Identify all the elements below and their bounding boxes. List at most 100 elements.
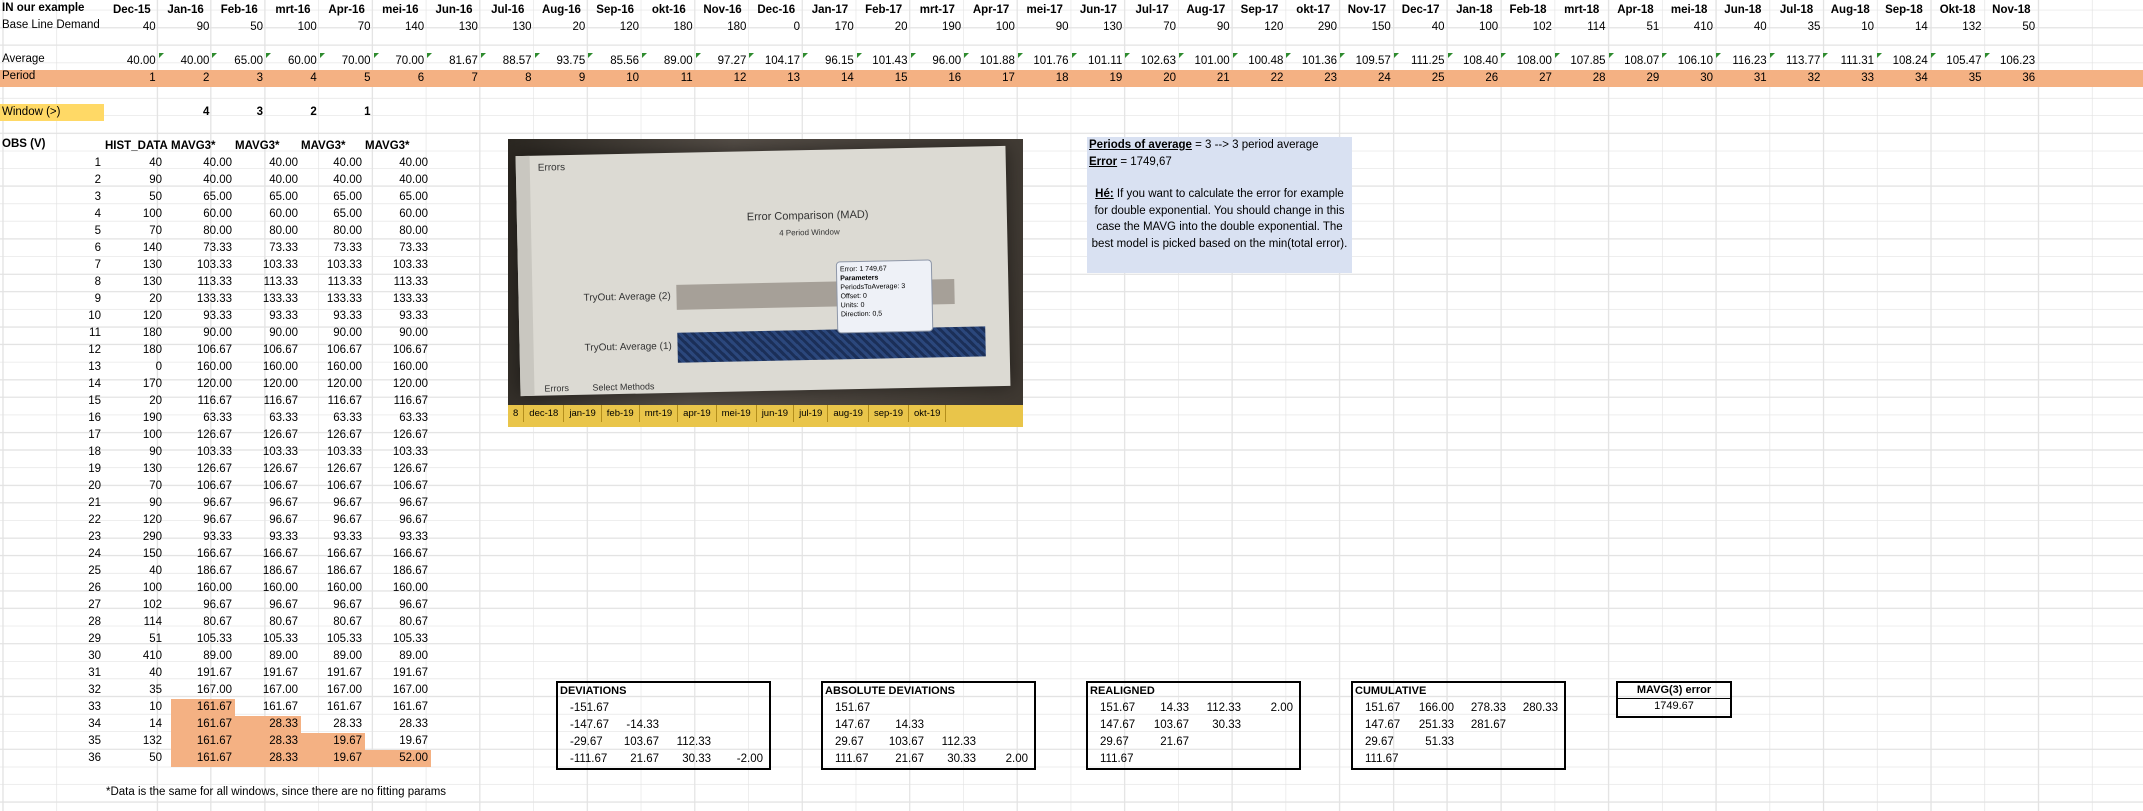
mavg-cell[interactable]: 19.67 <box>301 750 365 767</box>
obs-number-cell[interactable]: 33 <box>50 699 104 716</box>
abs-deviations-cell[interactable]: 21.67 <box>875 751 927 768</box>
hist-data-cell[interactable]: 50 <box>105 750 165 767</box>
mavg-cell[interactable]: 89.00 <box>235 648 301 665</box>
mavg-cell[interactable]: 89.00 <box>365 648 431 665</box>
period-cell[interactable]: 15 <box>857 70 911 87</box>
mavg-cell[interactable]: 93.33 <box>301 529 365 546</box>
hist-data-cell[interactable]: 120 <box>105 308 165 325</box>
average-cell[interactable]: 97.27 <box>695 53 750 70</box>
deviations-cell[interactable]: -147.67 <box>558 717 610 734</box>
average-cell[interactable]: 101.88 <box>964 53 1018 70</box>
abs-deviations-cell[interactable] <box>927 717 979 734</box>
deviations-cell[interactable] <box>714 700 766 717</box>
obs-number-cell[interactable]: 22 <box>50 512 104 529</box>
deviations-cell[interactable] <box>662 700 714 717</box>
realigned-cell[interactable]: 14.33 <box>1140 700 1192 717</box>
month-header-cell[interactable]: Sep-16 <box>588 2 642 19</box>
period-cell[interactable]: 30 <box>1662 70 1716 87</box>
hist-data-cell[interactable]: 132 <box>105 733 165 750</box>
period-cell[interactable]: 29 <box>1609 70 1663 87</box>
deviations-cell[interactable]: 21.67 <box>610 751 662 768</box>
mavg-cell[interactable]: 133.33 <box>301 291 365 308</box>
average-cell[interactable]: 70.00 <box>319 53 374 70</box>
demand-cell[interactable]: 190 <box>911 19 965 36</box>
month-header-cell[interactable]: Nov-18 <box>1985 2 2039 19</box>
average-cell[interactable]: 101.43 <box>856 53 911 70</box>
mavg-cell[interactable]: 28.33 <box>235 733 301 750</box>
obs-number-cell[interactable]: 30 <box>50 648 104 665</box>
period-cell[interactable]: 35 <box>1931 70 1985 87</box>
mavg-cell[interactable]: 160.00 <box>301 580 365 597</box>
deviations-cell[interactable]: 112.33 <box>662 734 714 751</box>
mavg-cell[interactable]: 113.33 <box>235 274 301 291</box>
month-header-cell[interactable]: mrt-18 <box>1555 2 1609 19</box>
mavg-cell[interactable]: 191.67 <box>365 665 431 682</box>
mavg-cell[interactable]: 96.67 <box>301 512 365 529</box>
period-cell[interactable]: 34 <box>1877 70 1931 87</box>
hist-data-cell[interactable]: 410 <box>105 648 165 665</box>
deviations-cell[interactable] <box>714 717 766 734</box>
mavg-error-value[interactable]: 1749.67 <box>1618 698 1730 714</box>
demand-cell[interactable]: 20 <box>535 19 589 36</box>
hist-data-cell[interactable]: 114 <box>105 614 165 631</box>
demand-cell[interactable]: 180 <box>642 19 696 36</box>
column-header[interactable]: HIST_DATA <box>105 138 171 155</box>
average-cell[interactable]: 101.76 <box>1017 53 1072 70</box>
obs-number-cell[interactable]: 24 <box>50 546 104 563</box>
mavg-cell[interactable]: 93.33 <box>235 529 301 546</box>
demand-cell[interactable]: 90 <box>1179 19 1233 36</box>
obs-number-cell[interactable]: 1 <box>50 155 104 172</box>
mavg-cell[interactable]: 93.33 <box>171 529 235 546</box>
deviations-cell[interactable]: 103.67 <box>610 734 662 751</box>
mavg-cell[interactable]: 93.33 <box>235 308 301 325</box>
month-header-cell[interactable]: Sep-17 <box>1233 2 1287 19</box>
obs-label[interactable]: OBS (V) <box>2 138 45 150</box>
hist-data-cell[interactable]: 35 <box>105 682 165 699</box>
average-cell[interactable]: 96.00 <box>910 53 965 70</box>
hist-data-cell[interactable]: 170 <box>105 376 165 393</box>
demand-cell[interactable]: 120 <box>588 19 642 36</box>
average-cell[interactable]: 108.40 <box>1447 53 1502 70</box>
mavg-cell[interactable]: 191.67 <box>171 665 235 682</box>
demand-cell[interactable]: 100 <box>266 19 320 36</box>
hist-data-cell[interactable]: 130 <box>105 461 165 478</box>
obs-number-cell[interactable]: 3 <box>50 189 104 206</box>
demand-cell[interactable]: 100 <box>964 19 1018 36</box>
period-cell[interactable]: 33 <box>1823 70 1877 87</box>
mavg-cell[interactable]: 65.00 <box>301 206 365 223</box>
obs-number-cell[interactable]: 25 <box>50 563 104 580</box>
cumulative-cell[interactable]: 29.67 <box>1353 734 1405 751</box>
month-header-cell[interactable]: Jan-16 <box>159 2 213 19</box>
mavg-cell[interactable]: 93.33 <box>365 529 431 546</box>
cumulative-cell[interactable] <box>1509 717 1561 734</box>
mavg-cell[interactable]: 126.67 <box>235 461 301 478</box>
average-cell[interactable]: 108.07 <box>1608 53 1663 70</box>
period-cell[interactable]: 1 <box>105 70 159 87</box>
mavg-cell[interactable]: 52.00 <box>365 750 431 767</box>
mavg-cell[interactable]: 191.67 <box>301 665 365 682</box>
mavg-cell[interactable]: 80.67 <box>365 614 431 631</box>
month-header-cell[interactable]: Aug-16 <box>535 2 589 19</box>
mavg-cell[interactable]: 105.33 <box>235 631 301 648</box>
deviations-cell[interactable]: -111.67 <box>558 751 610 768</box>
mavg-cell[interactable]: 160.00 <box>171 359 235 376</box>
mavg-cell[interactable]: 80.00 <box>171 223 235 240</box>
month-header-cell[interactable]: mrt-17 <box>911 2 965 19</box>
mavg-cell[interactable]: 113.33 <box>171 274 235 291</box>
cumulative-cell[interactable] <box>1457 751 1509 768</box>
demand-cell[interactable]: 10 <box>1823 19 1877 36</box>
average-cell[interactable]: 85.56 <box>588 53 642 70</box>
window-label[interactable]: Window (>) <box>0 104 104 121</box>
average-cell[interactable]: 40.00 <box>158 53 213 70</box>
mavg-cell[interactable]: 65.00 <box>301 189 365 206</box>
mavg-cell[interactable]: 160.00 <box>301 359 365 376</box>
obs-number-cell[interactable]: 14 <box>50 376 104 393</box>
mavg-cell[interactable]: 106.67 <box>171 478 235 495</box>
cumulative-cell[interactable]: 280.33 <box>1509 700 1561 717</box>
mavg-cell[interactable]: 161.67 <box>365 699 431 716</box>
mavg-cell[interactable]: 116.67 <box>365 393 431 410</box>
mavg-cell[interactable]: 120.00 <box>365 376 431 393</box>
mavg-cell[interactable]: 63.33 <box>235 410 301 427</box>
abs-deviations-cell[interactable]: 111.67 <box>823 751 875 768</box>
hist-data-cell[interactable]: 50 <box>105 189 165 206</box>
